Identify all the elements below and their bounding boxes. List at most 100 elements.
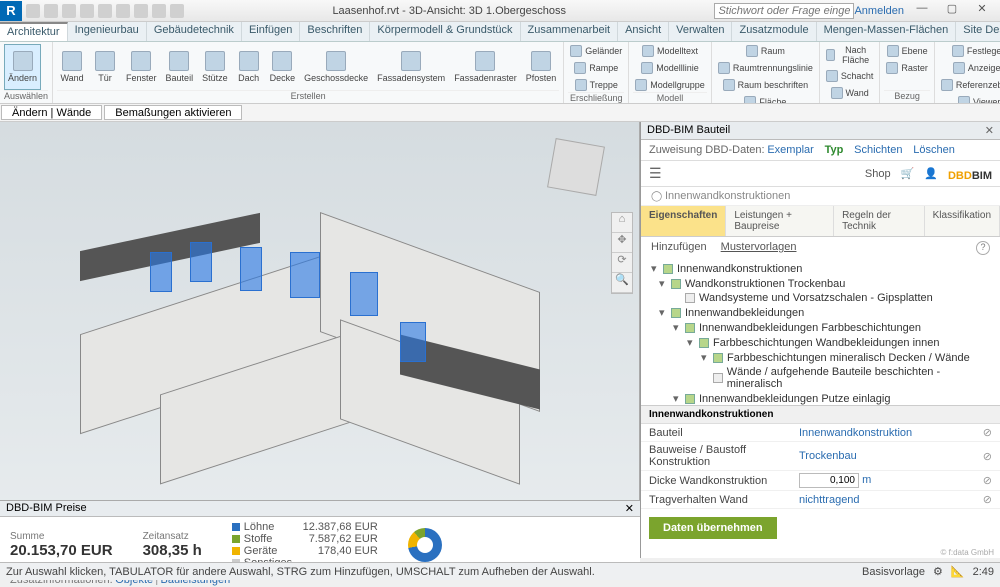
panel-close-icon[interactable]: ✕ [985, 124, 994, 137]
ribbon-geschossdecke[interactable]: Geschossdecke [301, 44, 371, 90]
propgrid-title: Innenwandkonstruktionen [641, 406, 1000, 424]
ribbon-viewer[interactable]: Viewer [939, 95, 1000, 104]
link-exemplar[interactable]: Exemplar [767, 144, 813, 156]
nav-home-icon[interactable]: ⌂ [612, 213, 632, 233]
ribbon-decke[interactable]: Decke [267, 44, 299, 90]
sptab-leistungen[interactable]: Leistungen + Baupreise [726, 206, 834, 236]
ribbon-bauteil[interactable]: Bauteil [163, 44, 197, 90]
prop-value[interactable]: Trockenbau [799, 450, 857, 462]
sptab-regeln[interactable]: Regeln der Technik [834, 206, 925, 236]
clear-icon[interactable]: ⊘ [983, 450, 992, 463]
tab-beschriften[interactable]: Beschriften [300, 22, 370, 41]
clear-icon[interactable]: ⊘ [983, 426, 992, 439]
clear-icon[interactable]: ⊘ [983, 493, 992, 506]
minimize-button[interactable]: — [910, 2, 934, 20]
3d-viewport[interactable]: ⌂ ✥ ⟳ 🔍 1 : 100 ▧ ☀ ◪ ✂ ⚙ [0, 122, 640, 558]
ribbon-nach-fl-che[interactable]: Nach Fläche [824, 44, 876, 66]
prop-input[interactable] [799, 473, 859, 488]
tree-node[interactable]: ▾Innenwandbekleidungen Putze einlagig [647, 391, 994, 405]
ribbon-wand[interactable]: Wand [57, 44, 87, 90]
ribbon-raster[interactable]: Raster [884, 61, 930, 75]
user-icon[interactable]: 👤 [924, 167, 938, 180]
component-tree[interactable]: ▾Innenwandkonstruktionen▾Wandkonstruktio… [641, 259, 1000, 405]
tab-zusammenarbeit[interactable]: Zusammenarbeit [521, 22, 619, 41]
tab-verwalten[interactable]: Verwalten [669, 22, 732, 41]
menu-icon[interactable]: ☰ [649, 165, 662, 182]
subtab-mustervorlagen[interactable]: Mustervorlagen [721, 241, 797, 255]
tab-mengen[interactable]: Mengen-Massen-Flächen [817, 22, 957, 41]
side-tabs: Eigenschaften Leistungen + Baupreise Reg… [641, 206, 1000, 237]
help-search-input[interactable] [714, 3, 854, 19]
tree-node[interactable]: ▾Wandkonstruktionen Trockenbau [647, 276, 994, 291]
link-loeschen[interactable]: Löschen [913, 144, 955, 156]
tree-node[interactable]: ▾Innenwandkonstruktionen [647, 261, 994, 276]
tab-gebaeudetechnik[interactable]: Gebäudetechnik [147, 22, 242, 41]
tab-zusatzmodule[interactable]: Zusatzmodule [732, 22, 816, 41]
ribbon-raum-beschriften[interactable]: Raum beschriften [716, 78, 815, 92]
login-link[interactable]: Anmelden [854, 5, 904, 17]
tab-koerpermodell[interactable]: Körpermodell & Grundstück [370, 22, 520, 41]
status-mode[interactable]: Basisvorlage [862, 566, 925, 578]
nav-zoom-icon[interactable]: 🔍 [612, 273, 632, 293]
ribbon-anzeigen[interactable]: Anzeigen [939, 61, 1000, 75]
ribbon-rampe[interactable]: Rampe [568, 61, 624, 75]
tree-node[interactable]: Wände / aufgehende Bauteile beschichten … [647, 365, 994, 391]
tab-ingenieurbau[interactable]: Ingenieurbau [68, 22, 147, 41]
ribbon-modelltext[interactable]: Modelltext [633, 44, 707, 58]
nav-toolbar[interactable]: ⌂ ✥ ⟳ 🔍 [611, 212, 633, 294]
tab-einfuegen[interactable]: Einfügen [242, 22, 300, 41]
prop-value[interactable]: Innenwandkonstruktion [799, 427, 912, 439]
subtab-hinzufuegen[interactable]: Hinzufügen [651, 241, 707, 255]
ribbon-raum[interactable]: Raum [716, 44, 815, 58]
ribbon-dach[interactable]: Dach [234, 44, 264, 90]
sptab-klassifikation[interactable]: Klassifikation [925, 206, 1000, 236]
tree-node[interactable]: Wandsysteme und Vorsatzschalen - Gipspla… [647, 291, 994, 305]
ribbon-raumtrennungslinie[interactable]: Raumtrennungslinie [716, 61, 815, 75]
sptab-eigenschaften[interactable]: Eigenschaften [641, 206, 726, 236]
ribbon-gel-nder[interactable]: Geländer [568, 44, 624, 58]
ribbon-pfosten[interactable]: Pfosten [523, 44, 560, 90]
ribbon-fassadensystem[interactable]: Fassadensystem [374, 44, 448, 90]
ribbon-treppe[interactable]: Treppe [568, 78, 624, 92]
nav-pan-icon[interactable]: ✥ [612, 233, 632, 253]
status-icon[interactable]: ⚙ [933, 565, 943, 578]
ribbon-modelllinie[interactable]: Modelllinie [633, 61, 707, 75]
help-icon[interactable]: ? [976, 241, 990, 255]
ribbon-st-tze[interactable]: Stütze [199, 44, 231, 90]
status-icon[interactable]: 📐 [951, 565, 965, 578]
ribbon--ndern[interactable]: Ändern [4, 44, 41, 90]
nav-orbit-icon[interactable]: ⟳ [612, 253, 632, 273]
tree-node[interactable]: ▾Farbbeschichtungen Wandbekleidungen inn… [647, 335, 994, 350]
cart-icon[interactable]: 🛒 [901, 167, 915, 180]
link-schichten[interactable]: Schichten [854, 144, 902, 156]
tree-node[interactable]: ▾Innenwandbekleidungen [647, 305, 994, 320]
shop-link[interactable]: Shop [865, 168, 891, 180]
maximize-button[interactable]: ▢ [940, 2, 964, 20]
property-row: BauteilInnenwandkonstruktion⊘ [641, 424, 1000, 442]
tab-architektur[interactable]: Architektur [0, 22, 68, 41]
ribbon-festlegen[interactable]: Festlegen [939, 44, 1000, 58]
quick-access-toolbar[interactable] [26, 4, 184, 18]
tab-ansicht[interactable]: Ansicht [618, 22, 669, 41]
tab-sitedesigner[interactable]: Site Designer [956, 22, 1000, 41]
tree-node[interactable]: ▾Farbbeschichtungen mineralisch Decken /… [647, 350, 994, 365]
ribbon-ebene[interactable]: Ebene [884, 44, 930, 58]
clear-icon[interactable]: ⊘ [983, 474, 992, 487]
ribbon-wand[interactable]: Wand [824, 86, 876, 100]
ribbon-fenster[interactable]: Fenster [123, 44, 160, 90]
apply-button[interactable]: Daten übernehmen [649, 517, 777, 539]
close-button[interactable]: ✕ [970, 2, 994, 20]
ribbon-modellgruppe[interactable]: Modellgruppe [633, 78, 707, 92]
ctx-bemassungen[interactable]: Bemaßungen aktivieren [104, 105, 242, 120]
view-cube[interactable] [547, 138, 605, 196]
prices-close-icon[interactable]: ✕ [625, 502, 634, 515]
prop-value[interactable]: nichttragend [799, 494, 860, 506]
ribbon-fl-che[interactable]: Fläche [716, 95, 815, 104]
ribbon-schacht[interactable]: Schacht [824, 69, 876, 83]
ctx-aendern-waende[interactable]: Ändern | Wände [1, 105, 102, 120]
ribbon-referenzebene[interactable]: Referenzebene [939, 78, 1000, 92]
ribbon-fassadenraster[interactable]: Fassadenraster [451, 44, 520, 90]
link-typ[interactable]: Typ [825, 144, 844, 156]
tree-node[interactable]: ▾Innenwandbekleidungen Farbbeschichtunge… [647, 320, 994, 335]
ribbon-t-r[interactable]: Tür [90, 44, 120, 90]
